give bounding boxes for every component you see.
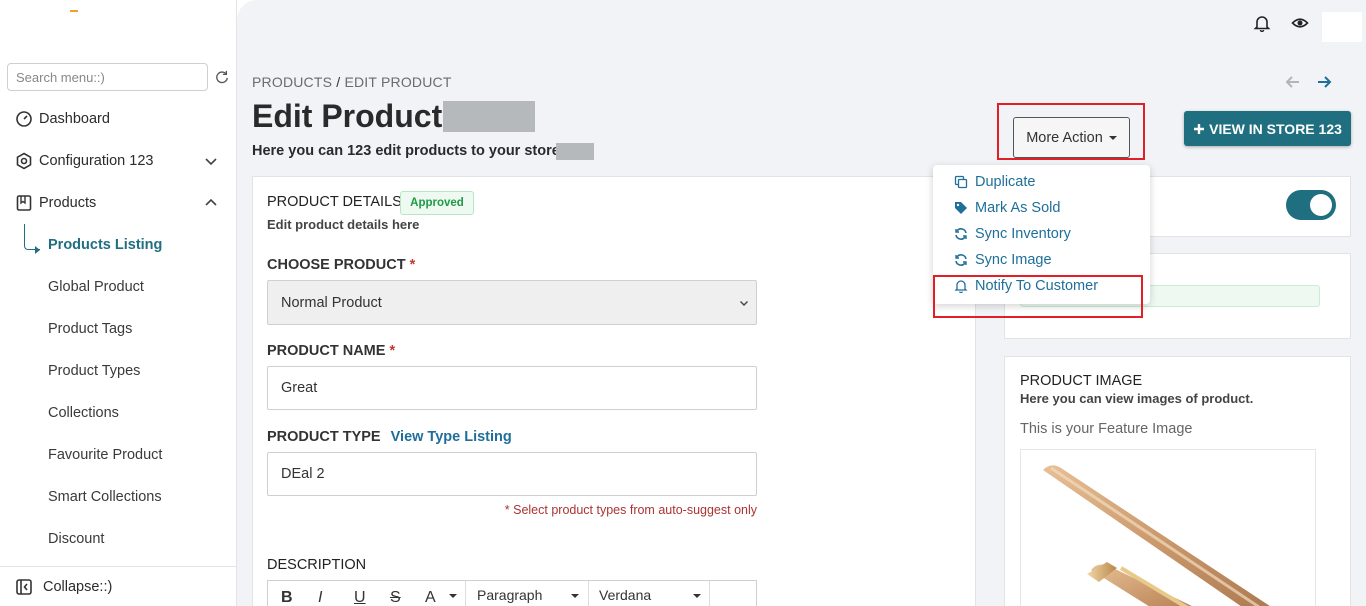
menu-item-label: Mark As Sold xyxy=(975,200,1061,216)
caret-down-icon xyxy=(693,594,701,598)
underline-button[interactable]: U xyxy=(354,589,366,606)
product-image-description: Here you can view images of product. xyxy=(1020,391,1254,406)
product-type-hint: * Select product types from auto-suggest… xyxy=(504,503,757,517)
sidebar-subitem-discount[interactable]: Discount xyxy=(48,528,104,550)
highlight-box xyxy=(997,103,1145,160)
feature-image-note: This is your Feature Image xyxy=(1020,421,1193,437)
choose-product-select[interactable]: Normal Product xyxy=(267,280,757,325)
product-details-description: Edit product details here xyxy=(267,217,420,232)
choose-product-label-text: CHOOSE PRODUCT xyxy=(267,257,406,273)
sidebar-subitem-product-types[interactable]: Product Types xyxy=(48,360,140,382)
menu-item-duplicate[interactable]: Duplicate xyxy=(933,169,1150,195)
status-badge: Approved xyxy=(400,191,474,215)
gear-icon xyxy=(16,152,32,170)
breadcrumb-current: EDIT PRODUCT xyxy=(344,74,452,90)
copy-icon xyxy=(954,175,968,189)
redacted-block xyxy=(556,143,594,160)
collapse-icon xyxy=(16,578,32,595)
product-type-label: PRODUCT TYPE View Type Listing xyxy=(267,429,512,445)
product-name-label: PRODUCT NAME * xyxy=(267,343,395,359)
redacted-block xyxy=(443,101,535,132)
sync-icon xyxy=(955,228,967,240)
italic-button[interactable]: I xyxy=(318,589,322,606)
required-marker: * xyxy=(409,257,416,273)
sidebar-subitem-collections[interactable]: Collections xyxy=(48,402,119,424)
page-title: Edit Product xyxy=(252,98,443,134)
breadcrumb-separator: / xyxy=(336,74,341,90)
block-format-select[interactable]: Paragraph xyxy=(477,587,542,603)
choose-product-label: CHOOSE PRODUCT * xyxy=(267,257,415,273)
bold-button[interactable]: B xyxy=(281,589,293,606)
sidebar-item-dashboard[interactable]: Dashboard xyxy=(0,104,236,134)
toolbar-divider xyxy=(588,581,589,606)
toolbar-divider xyxy=(709,581,710,606)
book-icon xyxy=(16,195,32,211)
sidebar-subitem-smart-collections[interactable]: Smart Collections xyxy=(48,486,162,508)
avatar[interactable] xyxy=(1322,12,1362,42)
view-in-store-button[interactable]: VIEW IN STORE 123 xyxy=(1184,111,1351,146)
arrow-left-icon[interactable] xyxy=(1285,74,1301,90)
product-type-label-text: PRODUCT TYPE xyxy=(267,429,381,445)
sidebar-subitem-product-tags[interactable]: Product Tags xyxy=(48,318,132,340)
eye-icon[interactable] xyxy=(1291,14,1309,32)
sidebar-subitem-favourite-product[interactable]: Favourite Product xyxy=(48,444,162,466)
product-image-title: PRODUCT IMAGE xyxy=(1020,373,1143,389)
sidebar-item-label: Products xyxy=(39,195,97,211)
tree-branch-arrow xyxy=(35,246,40,254)
sync-icon xyxy=(955,254,967,266)
pen-image xyxy=(1043,465,1270,606)
dashboard-icon xyxy=(16,111,32,127)
menu-item-sync-image[interactable]: Sync Image xyxy=(933,247,1150,273)
font-family-select[interactable]: Verdana xyxy=(599,587,651,603)
product-type-input[interactable]: DEal 2 xyxy=(267,452,757,496)
bell-icon[interactable] xyxy=(1253,14,1271,32)
status-toggle[interactable] xyxy=(1286,190,1336,220)
product-details-title: PRODUCT DETAILS xyxy=(267,194,402,210)
menu-search-box[interactable] xyxy=(7,63,208,91)
menu-item-label: Duplicate xyxy=(975,174,1036,190)
toolbar-divider xyxy=(465,581,466,606)
chevron-up-icon xyxy=(205,198,217,206)
description-label: DESCRIPTION xyxy=(267,557,367,573)
product-name-label-text: PRODUCT NAME xyxy=(267,343,386,359)
highlight-box xyxy=(933,275,1143,318)
font-color-button[interactable]: A xyxy=(425,589,436,606)
menu-item-mark-as-sold[interactable]: Mark As Sold xyxy=(933,195,1150,221)
sidebar-subitem-global-product[interactable]: Global Product xyxy=(48,276,144,298)
menu-search-input[interactable] xyxy=(8,64,207,90)
choose-product-value: Normal Product xyxy=(281,294,382,311)
sidebar: Dashboard Configuration 123 Products Pro… xyxy=(0,0,237,606)
view-type-listing-link[interactable]: View Type Listing xyxy=(391,429,512,445)
menu-item-label: Sync Inventory xyxy=(975,226,1071,242)
sidebar-subitem-products-listing[interactable]: Products Listing xyxy=(48,234,162,256)
plus-icon xyxy=(1194,123,1205,134)
chevron-down-icon xyxy=(205,158,217,166)
toggle-knob xyxy=(1310,194,1332,216)
strikethrough-button[interactable]: S xyxy=(390,589,401,606)
editor-toolbar: B I U S A Paragraph Verdana xyxy=(267,580,757,606)
arrow-right-icon[interactable] xyxy=(1316,74,1332,90)
tags-icon xyxy=(955,202,967,214)
page-subtitle: Here you can 123 edit products to your s… xyxy=(252,143,564,159)
collapse-sidebar-button[interactable]: Collapse::) xyxy=(0,566,236,606)
sidebar-item-label: Configuration 123 xyxy=(39,153,154,169)
refresh-icon[interactable] xyxy=(215,70,229,84)
logo xyxy=(70,10,78,12)
menu-item-label: Sync Image xyxy=(975,252,1052,268)
view-in-store-label: VIEW IN STORE 123 xyxy=(1209,120,1342,137)
menu-item-sync-inventory[interactable]: Sync Inventory xyxy=(933,221,1150,247)
caret-down-icon xyxy=(449,594,457,598)
required-marker: * xyxy=(389,343,396,359)
feature-image[interactable] xyxy=(1020,449,1316,606)
sidebar-item-label: Dashboard xyxy=(39,111,110,127)
sidebar-item-products[interactable]: Products xyxy=(0,188,236,218)
sidebar-item-configuration[interactable]: Configuration 123 xyxy=(0,146,236,176)
caret-down-icon xyxy=(571,594,579,598)
product-name-input[interactable]: Great xyxy=(267,366,757,410)
collapse-label: Collapse::) xyxy=(43,578,113,595)
breadcrumb: PRODUCTS / EDIT PRODUCT xyxy=(252,74,452,90)
breadcrumb-root[interactable]: PRODUCTS xyxy=(252,74,332,90)
chevron-down-icon xyxy=(740,301,748,306)
